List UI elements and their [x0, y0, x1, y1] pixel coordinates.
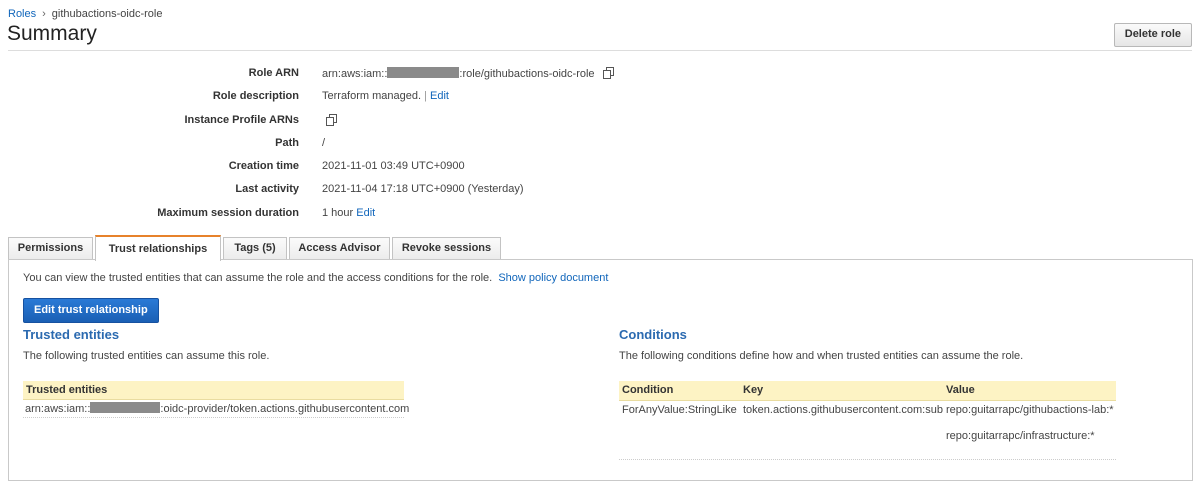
- conditions-description: The following conditions define how and …: [619, 350, 1024, 362]
- max-session-text: 1 hour: [322, 207, 354, 219]
- trust-intro: You can view the trusted entities that c…: [23, 272, 608, 284]
- role-description-value: Terraform managed. | Edit: [322, 90, 449, 102]
- breadcrumb-current: githubactions-oidc-role: [51, 8, 163, 20]
- role-description-label: Role description: [212, 90, 299, 102]
- divider-bar: |: [424, 90, 427, 102]
- row-role-arn: Role ARN arn:aws:iam:::role/githubaction…: [0, 67, 1200, 83]
- last-activity-label: Last activity: [235, 183, 299, 195]
- creation-time-label: Creation time: [228, 160, 299, 172]
- role-arn-value: arn:aws:iam:::role/githubactions-oidc-ro…: [322, 67, 615, 80]
- tab-tags[interactable]: Tags (5): [223, 237, 287, 259]
- instance-profile-label: Instance Profile ARNs: [184, 114, 299, 126]
- max-session-value: 1 hour Edit: [322, 207, 375, 219]
- edit-trust-button[interactable]: Edit trust relationship: [23, 298, 159, 323]
- role-arn-label: Role ARN: [248, 67, 299, 79]
- tab-revoke-sessions[interactable]: Revoke sessions: [392, 237, 501, 259]
- redacted-account-id: [90, 402, 161, 413]
- creation-time-value: 2021-11-01 03:49 UTC+0900: [322, 160, 465, 172]
- role-description-text: Terraform managed.: [322, 90, 422, 102]
- condition-operator: ForAnyValue:StringLike: [622, 404, 737, 416]
- conditions-heading: Conditions: [619, 327, 687, 342]
- row-last-activity: Last activity 2021-11-04 17:18 UTC+0900 …: [0, 183, 1200, 199]
- conditions-table-header: Condition Key Value: [619, 381, 1116, 401]
- entity-prefix: arn:aws:iam::: [25, 403, 91, 415]
- tab-trust-relationships[interactable]: Trust relationships: [95, 235, 221, 261]
- trusted-entities-table-header: Trusted entities: [23, 381, 404, 400]
- breadcrumb-separator: ›: [42, 8, 46, 20]
- page-title: Summary: [7, 22, 97, 45]
- role-arn-prefix: arn:aws:iam::: [322, 68, 388, 80]
- tab-access-advisor[interactable]: Access Advisor: [289, 237, 390, 259]
- tab-permissions[interactable]: Permissions: [8, 237, 93, 259]
- table-row: ForAnyValue:StringLike token.actions.git…: [619, 401, 1116, 460]
- path-label: Path: [275, 137, 299, 149]
- trust-intro-text: You can view the trusted entities that c…: [23, 272, 493, 284]
- condition-value-1: repo:guitarrapc/githubactions-lab:*: [946, 404, 1114, 416]
- entity-suffix: :oidc-provider/token.actions.githubuserc…: [160, 403, 410, 415]
- row-creation-time: Creation time 2021-11-01 03:49 UTC+0900: [0, 160, 1200, 176]
- condition-key: token.actions.githubusercontent.com:sub: [743, 404, 943, 416]
- condition-value-2: repo:guitarrapc/infrastructure:*: [946, 430, 1095, 442]
- breadcrumb-roles-link[interactable]: Roles: [8, 8, 36, 20]
- title-divider: [8, 50, 1192, 51]
- copy-icon[interactable]: [326, 114, 338, 126]
- row-instance-profile: Instance Profile ARNs: [0, 114, 1200, 130]
- row-max-session: Maximum session duration 1 hour Edit: [0, 207, 1200, 223]
- path-value: /: [322, 137, 326, 149]
- role-arn-suffix: :role/githubactions-oidc-role: [459, 68, 595, 80]
- delete-role-button[interactable]: Delete role: [1113, 23, 1192, 47]
- key-column: Key: [743, 384, 764, 396]
- redacted-account-id: [387, 67, 460, 78]
- row-path: Path /: [0, 137, 1200, 153]
- row-role-description: Role description Terraform managed. | Ed…: [0, 90, 1200, 106]
- condition-column: Condition: [622, 384, 674, 396]
- table-row: arn:aws:iam:::oidc-provider/token.action…: [23, 401, 409, 418]
- trusted-entities-description: The following trusted entities can assum…: [23, 350, 270, 362]
- breadcrumb: Roles › githubactions-oidc-role: [8, 8, 162, 20]
- show-policy-link[interactable]: Show policy document: [498, 272, 608, 284]
- last-activity-value: 2021-11-04 17:18 UTC+0900 (Yesterday): [322, 183, 524, 195]
- trusted-entities-heading: Trusted entities: [23, 327, 120, 342]
- edit-description-link[interactable]: Edit: [430, 90, 449, 102]
- edit-session-link[interactable]: Edit: [356, 207, 375, 219]
- instance-profile-value: [318, 114, 338, 127]
- copy-icon[interactable]: [602, 67, 615, 79]
- value-column: Value: [946, 384, 975, 396]
- max-session-label: Maximum session duration: [157, 207, 299, 219]
